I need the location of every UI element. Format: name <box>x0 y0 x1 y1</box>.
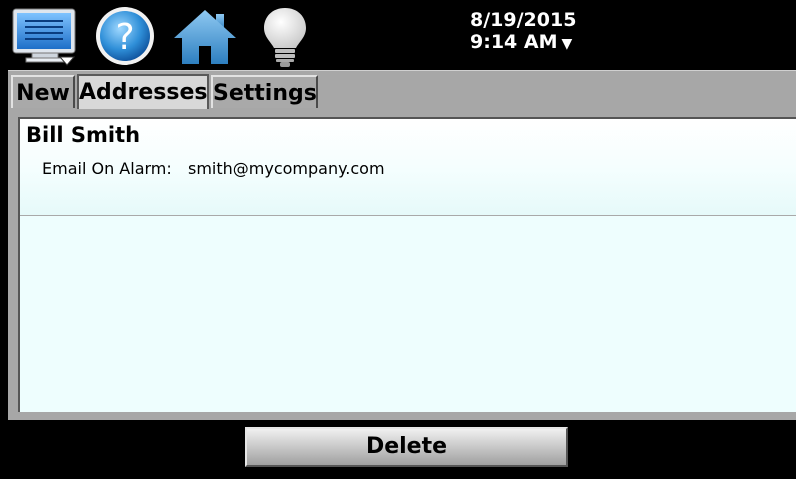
dropdown-arrow-icon: ▼ <box>561 36 573 52</box>
tab-new[interactable]: New <box>11 75 75 108</box>
list-item[interactable]: Bill Smith Email On Alarm: smith@mycompa… <box>20 119 796 216</box>
email-address: smith@mycompany.com <box>188 159 385 178</box>
delete-button[interactable]: Delete <box>245 427 568 467</box>
lightbulb-icon[interactable] <box>262 6 308 72</box>
home-icon[interactable] <box>172 8 238 70</box>
monitor-menu-icon[interactable] <box>12 8 78 70</box>
email-on-alarm-label: Email On Alarm: <box>42 159 172 178</box>
tab-addresses[interactable]: Addresses <box>77 74 209 109</box>
tab-bar: New Addresses Settings <box>8 70 796 111</box>
help-icon[interactable]: ? <box>94 5 156 71</box>
top-bar: ? 8/19/2015 9:14 AM ▼ <box>0 0 796 70</box>
tab-settings[interactable]: Settings <box>211 75 318 108</box>
contact-name: Bill Smith <box>26 123 141 147</box>
svg-text:?: ? <box>115 17 134 58</box>
address-list[interactable]: Bill Smith Email On Alarm: smith@mycompa… <box>18 117 796 412</box>
time-label: 9:14 AM <box>470 31 558 53</box>
date-time-display[interactable]: 8/19/2015 9:14 AM ▼ <box>470 9 576 55</box>
date-label: 8/19/2015 <box>470 9 577 31</box>
